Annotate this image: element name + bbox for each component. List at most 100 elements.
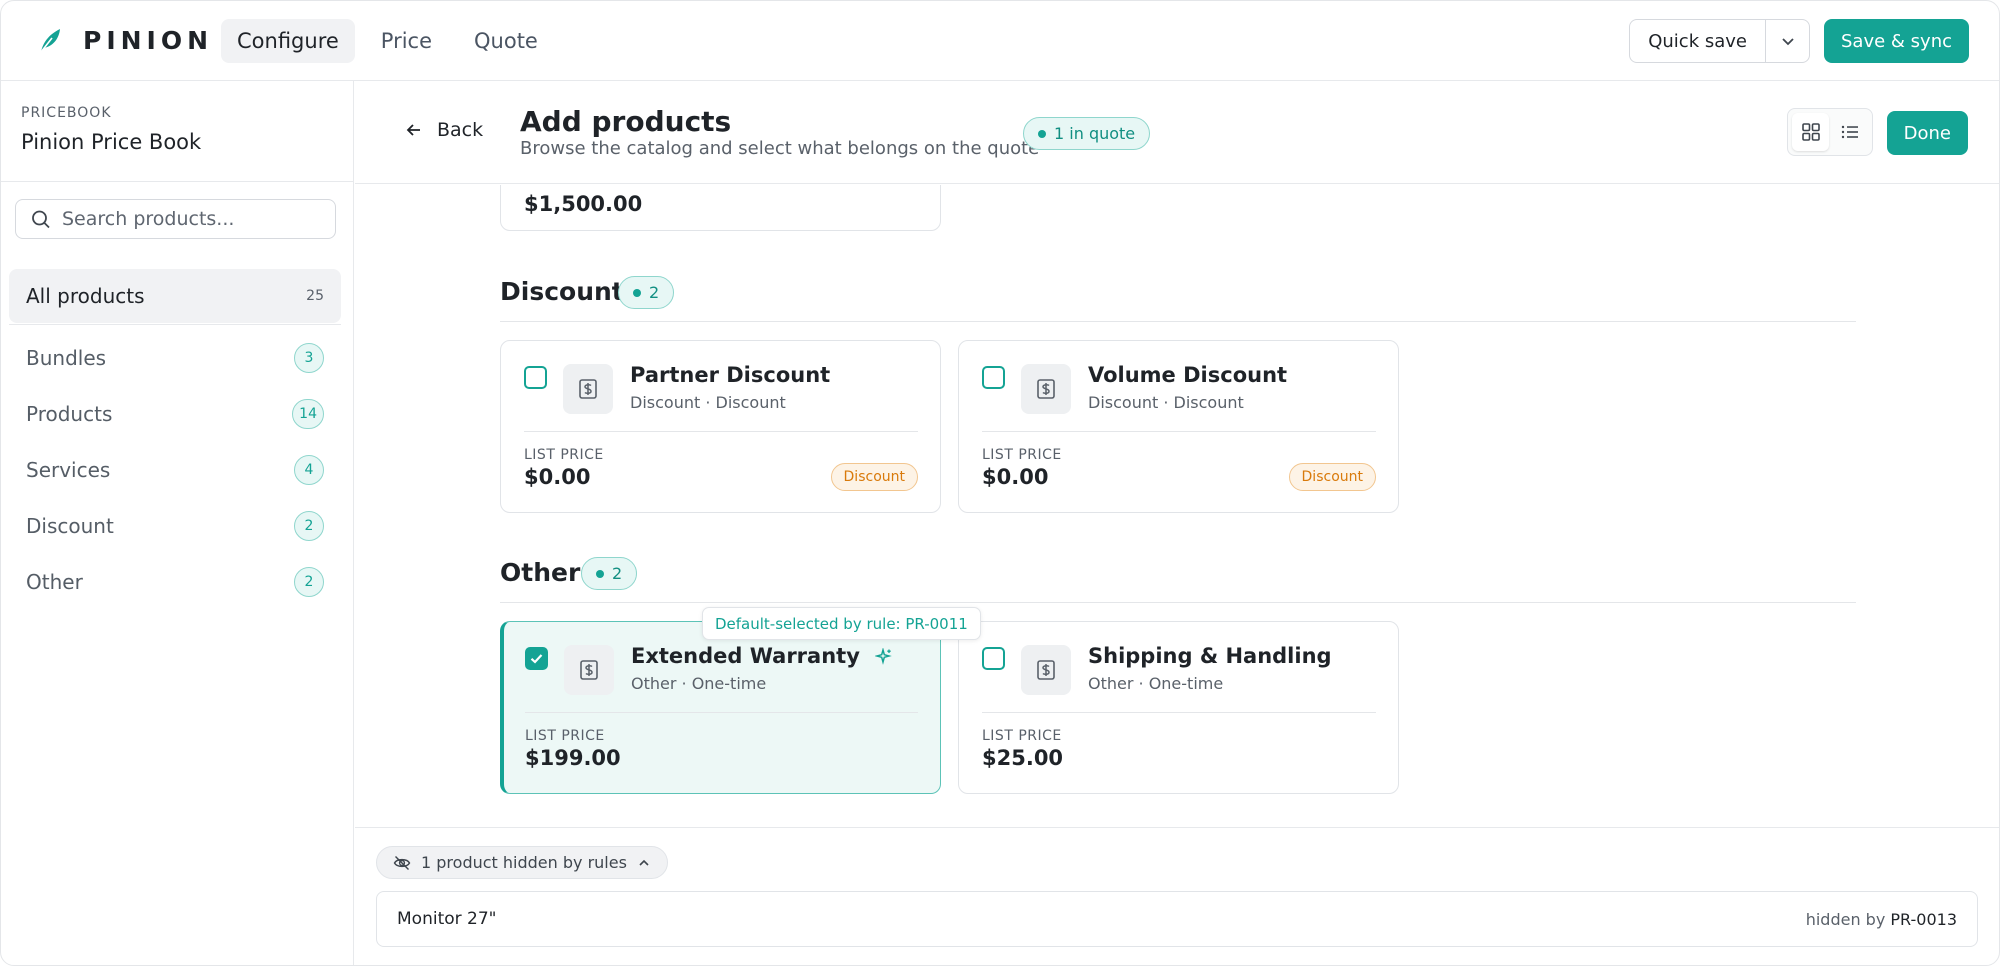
product-meta: Other · One-time xyxy=(1088,674,1224,693)
toolbar-actions: Quick save Save & sync xyxy=(1629,19,1969,63)
sidebar-item-label: All products xyxy=(26,284,145,308)
list-price-value: $0.00 xyxy=(524,465,591,489)
save-sync-button[interactable]: Save & sync xyxy=(1824,19,1969,63)
sidebar: PRICEBOOK Pinion Price Book All products… xyxy=(1,81,354,965)
product-card-partner-discount[interactable]: Partner Discount Discount · Discount LIS… xyxy=(500,340,941,513)
product-type-badge: Discount xyxy=(1288,463,1376,491)
view-toggle xyxy=(1787,108,1873,156)
pricebook-header: PRICEBOOK Pinion Price Book xyxy=(1,81,353,182)
hidden-product-name: Monitor 27" xyxy=(397,909,497,929)
product-card-extended-warranty[interactable]: Extended Warranty Other · One-time LIST … xyxy=(500,621,941,794)
product-card-volume-discount[interactable]: Volume Discount Discount · Discount LIST… xyxy=(958,340,1399,513)
product-thumbnail xyxy=(1021,645,1071,695)
category-list: Bundles 3 Products 14 Services 4 Discoun… xyxy=(9,330,341,610)
sidebar-item-label: Products xyxy=(26,402,113,426)
search-icon xyxy=(32,210,50,229)
quick-save-button[interactable]: Quick save xyxy=(1630,20,1765,62)
main-nav: Configure Price Quote xyxy=(221,19,554,63)
list-price-value: $1,500.00 xyxy=(524,192,643,216)
hidden-products-panel: 1 product hidden by rules Monitor 27" hi… xyxy=(355,827,1999,965)
hidden-by-prefix: hidden by xyxy=(1805,909,1886,929)
status-dot xyxy=(633,288,641,297)
product-checkbox[interactable] xyxy=(524,366,547,389)
list-price-label: LIST PRICE xyxy=(525,728,605,744)
sidebar-item-label: Bundles xyxy=(26,346,107,370)
product-meta: Discount · Discount xyxy=(630,393,786,412)
sidebar-item-label: Discount xyxy=(26,514,114,538)
list-view-button[interactable] xyxy=(1831,113,1868,151)
quick-save-menu-button[interactable] xyxy=(1765,20,1809,62)
section-divider xyxy=(500,321,1856,322)
chevron-down-icon xyxy=(1781,38,1794,46)
product-meta: Other · One-time xyxy=(631,674,767,693)
hidden-product-row: Monitor 27" hidden by PR-0013 xyxy=(376,891,1978,947)
done-button[interactable]: Done xyxy=(1886,111,1968,155)
app-window: PINION Configure Price Quote Quick save … xyxy=(0,0,2000,966)
rule-id[interactable]: PR-0013 xyxy=(1890,910,1957,929)
list-price-value: $199.00 xyxy=(525,746,621,770)
in-quote-badge: 1 in quote xyxy=(1023,117,1151,150)
section-divider xyxy=(500,602,1856,603)
dollar-document-icon xyxy=(1037,660,1055,680)
card-divider xyxy=(982,431,1376,432)
product-checkbox[interactable] xyxy=(982,647,1005,670)
brand-name: PINION xyxy=(83,25,214,55)
sidebar-item-count: 3 xyxy=(294,343,324,373)
sidebar-item-count: 14 xyxy=(292,399,324,429)
product-meta: Discount · Discount xyxy=(1088,393,1244,412)
product-checkbox[interactable] xyxy=(525,647,548,670)
tab-quote[interactable]: Quote xyxy=(458,19,554,63)
card-divider xyxy=(525,712,918,713)
back-button[interactable]: Back xyxy=(405,119,483,141)
product-card[interactable]: $1,500.00 xyxy=(500,185,941,231)
tab-price[interactable]: Price xyxy=(365,19,448,63)
back-label: Back xyxy=(437,119,484,141)
grid-view-icon xyxy=(1801,123,1820,141)
sidebar-item-count: 25 xyxy=(306,288,324,304)
status-dot xyxy=(596,569,604,578)
dollar-document-icon xyxy=(1037,379,1055,399)
product-name-row: Extended Warranty xyxy=(631,644,893,668)
section-count: 2 xyxy=(612,564,623,583)
pricebook-label: PRICEBOOK xyxy=(21,105,112,121)
tab-configure[interactable]: Configure xyxy=(221,19,355,63)
search-input[interactable] xyxy=(62,208,322,230)
rule-tooltip: Default-selected by rule: PR-0011 xyxy=(702,607,981,640)
sidebar-item-count: 2 xyxy=(294,511,324,541)
list-price-value: $25.00 xyxy=(982,746,1064,770)
brand[interactable]: PINION xyxy=(35,25,213,55)
section-title-other: Other xyxy=(500,558,581,587)
card-divider xyxy=(982,712,1376,713)
sidebar-item-count: 2 xyxy=(294,567,324,597)
page-subtitle: Browse the catalog and select what belon… xyxy=(520,138,1040,159)
product-thumbnail xyxy=(564,645,614,695)
check-icon xyxy=(530,654,543,664)
page-header: Back Add products Browse the catalog and… xyxy=(355,81,1999,184)
status-dot xyxy=(1038,129,1046,138)
sidebar-item-other[interactable]: Other 2 xyxy=(9,554,341,610)
section-count-badge: 2 xyxy=(618,276,675,309)
sidebar-item-all-products[interactable]: All products 25 xyxy=(9,269,341,323)
hidden-products-toggle[interactable]: 1 product hidden by rules xyxy=(376,846,668,879)
product-card-shipping-handling[interactable]: Shipping & Handling Other · One-time LIS… xyxy=(958,621,1399,794)
sidebar-item-services[interactable]: Services 4 xyxy=(9,442,341,498)
in-quote-label: 1 in quote xyxy=(1054,124,1136,143)
quick-save-split-button: Quick save xyxy=(1629,19,1810,63)
sidebar-divider xyxy=(9,324,341,325)
product-name: Volume Discount xyxy=(1088,363,1288,387)
top-bar: PINION Configure Price Quote Quick save … xyxy=(1,1,1999,81)
sidebar-item-products[interactable]: Products 14 xyxy=(9,386,341,442)
product-thumbnail xyxy=(563,364,613,414)
section-count: 2 xyxy=(649,283,660,302)
product-name: Extended Warranty xyxy=(631,644,860,668)
list-price-label: LIST PRICE xyxy=(982,447,1062,463)
chevron-up-icon xyxy=(639,859,649,866)
leaf-logo-icon xyxy=(40,29,60,53)
hidden-products-label: 1 product hidden by rules xyxy=(421,853,627,872)
product-name: Partner Discount xyxy=(630,363,831,387)
grid-view-button[interactable] xyxy=(1792,113,1829,151)
eye-off-icon xyxy=(393,855,411,870)
product-checkbox[interactable] xyxy=(982,366,1005,389)
sidebar-item-bundles[interactable]: Bundles 3 xyxy=(9,330,341,386)
sidebar-item-discount[interactable]: Discount 2 xyxy=(9,498,341,554)
